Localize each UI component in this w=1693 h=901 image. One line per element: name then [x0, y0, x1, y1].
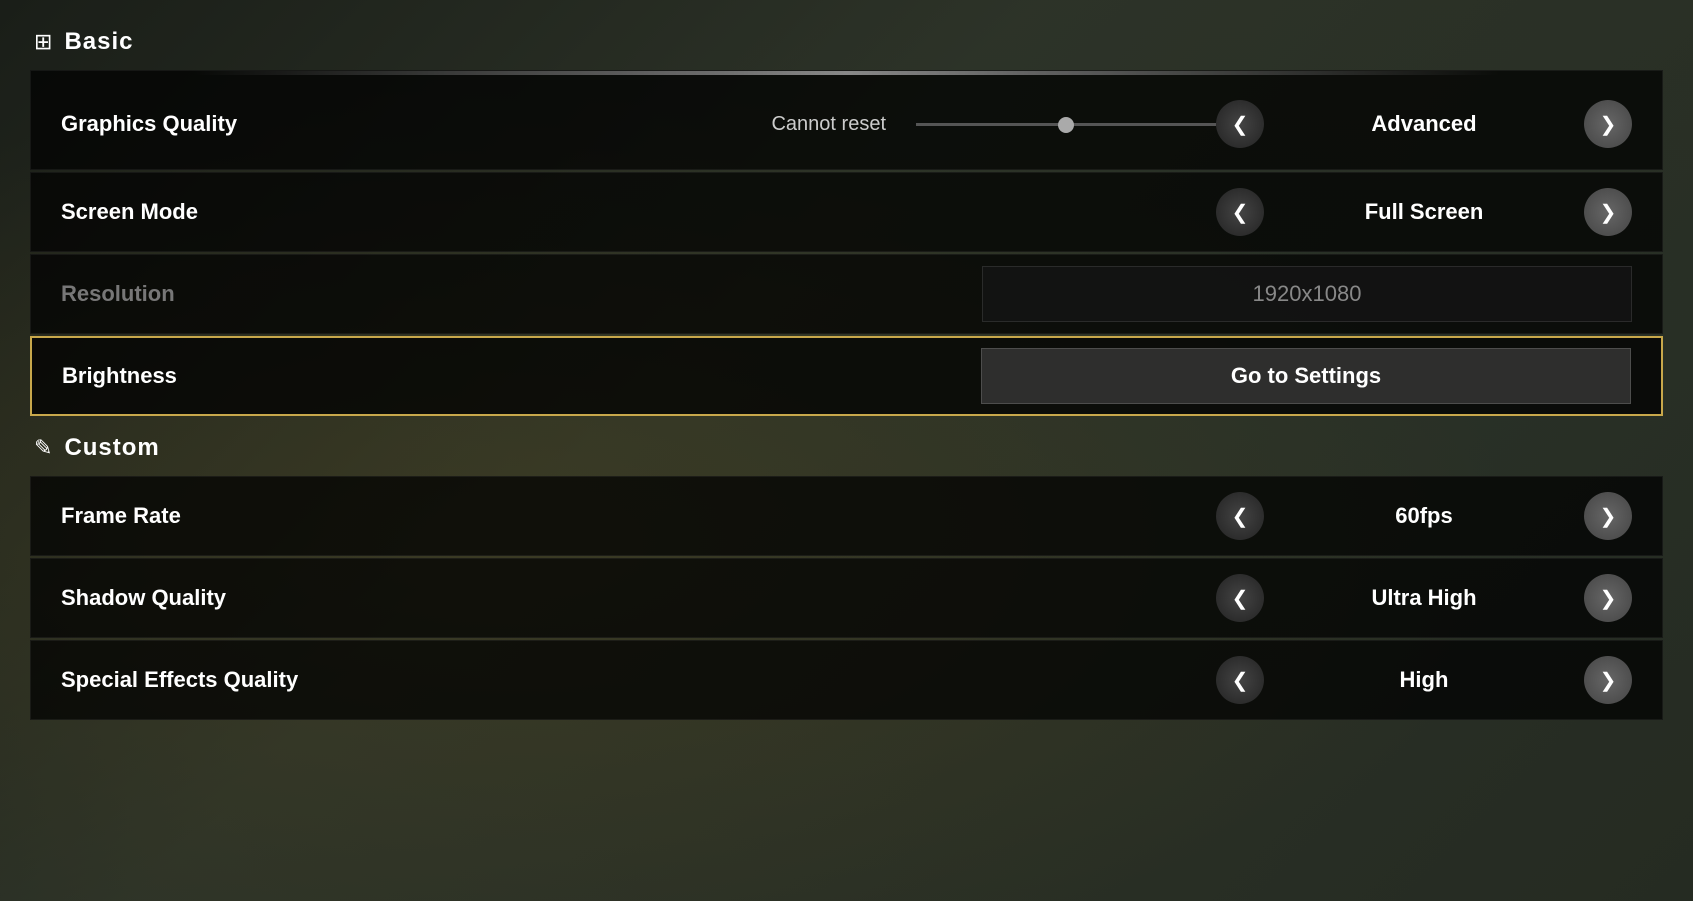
graphics-quality-row: Graphics Quality Cannot reset ❮ Advanced…	[30, 70, 1663, 170]
screen-mode-next-button[interactable]: ❯	[1584, 188, 1632, 236]
special-effects-quality-row: Special Effects Quality ❮ High ❯	[30, 640, 1663, 720]
graphics-slider-handle[interactable]	[1058, 117, 1074, 133]
frame-rate-label: Frame Rate	[61, 503, 461, 529]
special-effects-next-button[interactable]: ❯	[1584, 656, 1632, 704]
graphics-main: Graphics Quality Cannot reset ❮ Advanced…	[31, 79, 1662, 169]
brightness-label: Brightness	[62, 363, 462, 389]
custom-section-header: ✎ Custom	[30, 426, 1663, 470]
brightness-control: Go to Settings	[981, 348, 1631, 404]
screen-mode-value: Full Screen	[1274, 199, 1574, 225]
screen-mode-row: Screen Mode ❮ Full Screen ❯	[30, 172, 1663, 252]
special-effects-quality-control: ❮ High ❯	[1216, 656, 1632, 704]
frame-rate-value: 60fps	[1274, 503, 1574, 529]
shadow-quality-next-button[interactable]: ❯	[1584, 574, 1632, 622]
frame-rate-control: ❮ 60fps ❯	[1216, 492, 1632, 540]
screen-mode-prev-button[interactable]: ❮	[1216, 188, 1264, 236]
frame-rate-next-button[interactable]: ❯	[1584, 492, 1632, 540]
settings-panel: ⊞ Basic Graphics Quality Cannot reset ❮ …	[0, 0, 1693, 742]
shadow-quality-prev-button[interactable]: ❮	[1216, 574, 1264, 622]
graphics-next-button[interactable]: ❯	[1584, 100, 1632, 148]
resolution-label: Resolution	[61, 281, 461, 307]
shadow-quality-label: Shadow Quality	[61, 585, 461, 611]
resolution-value: 1920x1080	[982, 266, 1632, 322]
graphics-prev-button[interactable]: ❮	[1216, 100, 1264, 148]
graphics-slider-container: Cannot reset	[771, 113, 1216, 136]
graphics-quality-control: Cannot reset ❮ Advanced ❯	[771, 100, 1632, 148]
special-effects-prev-button[interactable]: ❮	[1216, 656, 1264, 704]
cannot-reset-text: Cannot reset	[771, 113, 886, 136]
graphics-divider	[31, 71, 1662, 75]
brightness-row: Brightness Go to Settings	[30, 336, 1663, 416]
basic-title: Basic	[64, 28, 133, 56]
frame-rate-row: Frame Rate ❮ 60fps ❯	[30, 476, 1663, 556]
resolution-control: 1920x1080	[982, 266, 1632, 322]
custom-icon: ✎	[34, 435, 52, 461]
frame-rate-prev-button[interactable]: ❮	[1216, 492, 1264, 540]
shadow-quality-control: ❮ Ultra High ❯	[1216, 574, 1632, 622]
graphics-quality-value: Advanced	[1274, 111, 1574, 137]
resolution-row: Resolution 1920x1080	[30, 254, 1663, 334]
basic-section-header: ⊞ Basic	[30, 20, 1663, 64]
screen-mode-label: Screen Mode	[61, 199, 461, 225]
go-to-settings-button[interactable]: Go to Settings	[981, 348, 1631, 404]
shadow-quality-row: Shadow Quality ❮ Ultra High ❯	[30, 558, 1663, 638]
graphics-quality-label: Graphics Quality	[61, 111, 461, 137]
special-effects-quality-label: Special Effects Quality	[61, 667, 461, 693]
screen-mode-control: ❮ Full Screen ❯	[1216, 188, 1632, 236]
graphics-slider-line[interactable]	[916, 123, 1216, 126]
shadow-quality-value: Ultra High	[1274, 585, 1574, 611]
special-effects-quality-value: High	[1274, 667, 1574, 693]
custom-title: Custom	[64, 434, 159, 462]
basic-icon: ⊞	[34, 29, 52, 55]
